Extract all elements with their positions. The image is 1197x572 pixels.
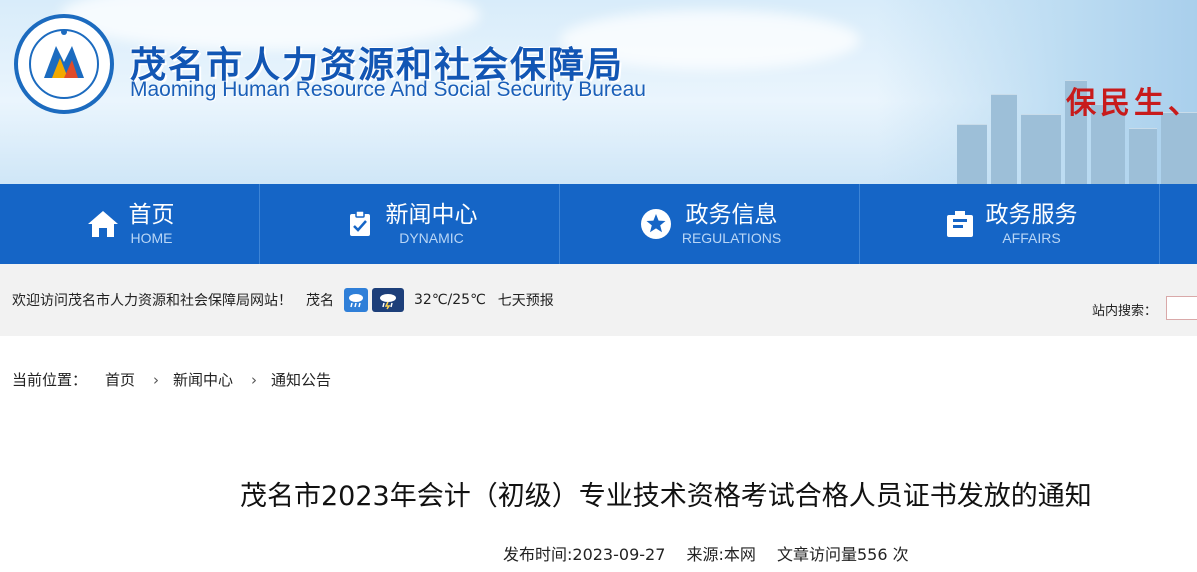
clipboard-check-icon	[342, 206, 378, 242]
breadcrumb: 当前位置： 首页 › 新闻中心 › 通知公告	[12, 369, 331, 390]
breadcrumb-news[interactable]: 新闻中心	[173, 369, 233, 390]
breadcrumb-notices[interactable]: 通知公告	[271, 369, 331, 390]
nav-label-en: HOME	[130, 230, 173, 246]
chevron-right-icon: ›	[251, 370, 258, 389]
nav-item-news[interactable]: 新闻中心 DYNAMIC	[260, 184, 560, 264]
nav-item-affairs[interactable]: 政务服务 AFFAIRS	[860, 184, 1160, 264]
forecast-link[interactable]: 七天预报	[498, 290, 554, 310]
article-source: 来源:本网	[686, 545, 756, 564]
rain-icon	[344, 288, 368, 312]
star-circle-icon	[638, 206, 674, 242]
main-nav: 首页 HOME 新闻中心 DYNAMIC 政务信息 REGULATIONS 政务…	[0, 184, 1197, 264]
bureau-emblem-icon[interactable]	[14, 14, 114, 114]
nav-label-en: DYNAMIC	[399, 230, 464, 246]
nav-label-cn: 首页	[128, 202, 175, 228]
nav-label-cn: 新闻中心	[385, 202, 478, 228]
publish-time: 发布时间:2023-09-27	[503, 545, 666, 564]
weather-city: 茂名	[306, 293, 334, 309]
visit-count: 文章访问量556 次	[776, 545, 909, 564]
search-label: 站内搜索：	[1092, 304, 1158, 319]
welcome-text: 欢迎访问茂名市人力资源和社会保障局网站！	[12, 293, 292, 309]
breadcrumb-home[interactable]: 首页	[105, 369, 135, 390]
search-input[interactable]	[1166, 296, 1197, 320]
nav-label-en: REGULATIONS	[681, 230, 782, 246]
chevron-right-icon: ›	[153, 370, 160, 389]
service-icon	[942, 206, 978, 242]
nav-item-home[interactable]: 首页 HOME	[0, 184, 260, 264]
temperature-text: 32℃/25℃	[414, 292, 486, 308]
slogan-text: 保民生、	[1066, 86, 1197, 121]
nav-label-cn: 政务服务	[985, 202, 1078, 228]
article-meta: 发布时间:2023-09-27 来源:本网 文章访问量556 次	[503, 541, 925, 565]
nav-label-cn: 政务信息	[685, 202, 778, 228]
thunder-rain-icon	[372, 288, 404, 312]
article-title: 茂名市2023年会计（初级）专业技术资格考试合格人员证书发放的通知	[240, 481, 1092, 512]
header-banner: 茂名市人力资源和社会保障局 Maoming Human Resource And…	[0, 0, 1197, 184]
nav-label-en: AFFAIRS	[1002, 230, 1061, 246]
site-subtitle-en: Maoming Human Resource And Social Securi…	[130, 78, 646, 101]
home-icon	[85, 206, 121, 242]
info-bar: 欢迎访问茂名市人力资源和社会保障局网站！ 茂名 32℃/25℃ 七天预报 站内搜…	[0, 264, 1197, 336]
nav-item-regulations[interactable]: 政务信息 REGULATIONS	[560, 184, 860, 264]
breadcrumb-label: 当前位置：	[12, 371, 88, 389]
